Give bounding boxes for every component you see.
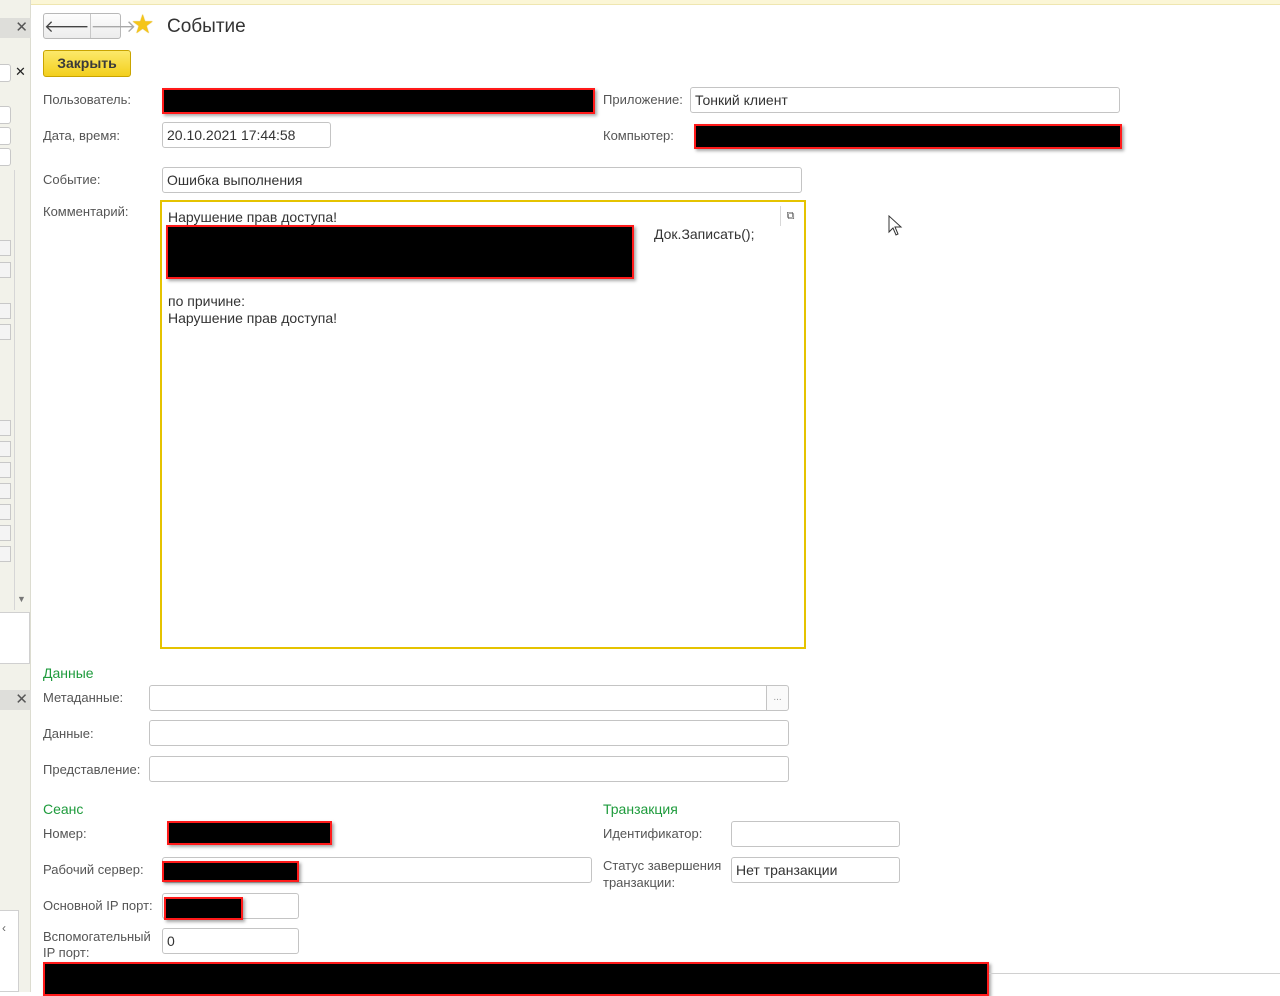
background-clear-button[interactable] xyxy=(0,240,11,256)
comment-redacted-block xyxy=(166,225,634,279)
background-dropdown-button[interactable] xyxy=(0,525,11,541)
transaction-id-label: Идентификатор: xyxy=(603,826,703,841)
session-number-redacted[interactable] xyxy=(167,821,332,845)
user-label: Пользователь: xyxy=(43,92,131,107)
bottom-redacted-block xyxy=(43,962,989,996)
aux-port-label: IP порт: xyxy=(43,945,90,960)
background-panel: ‹ xyxy=(0,910,19,992)
comment-text: Док.Записать(); xyxy=(654,226,755,242)
datetime-field[interactable]: 20.10.2021 17:44:58 xyxy=(162,122,331,148)
background-dropdown-button[interactable] xyxy=(0,324,11,340)
background-panel-strip: ✕ ✕ ▼ ✕ ‹ xyxy=(0,0,31,992)
session-number-label: Номер: xyxy=(43,826,87,841)
main-port-redacted xyxy=(164,897,243,920)
background-panel-header: ✕ xyxy=(0,690,31,710)
transaction-status-label: Статус завершения xyxy=(603,858,722,873)
comment-text: Нарушение прав доступа! xyxy=(168,209,338,225)
transaction-status-field[interactable]: Нет транзакции xyxy=(731,857,900,883)
background-dropdown-button[interactable] xyxy=(0,483,11,499)
comment-label: Комментарий: xyxy=(43,204,129,219)
application-field[interactable]: Тонкий клиент xyxy=(690,87,1120,113)
background-scrollbar[interactable] xyxy=(14,170,28,610)
background-search-button[interactable] xyxy=(0,546,11,562)
data-label: Данные: xyxy=(43,726,94,741)
background-panel-header: ✕ xyxy=(0,18,31,38)
chevron-left-icon[interactable]: ‹ xyxy=(2,921,6,935)
background-dropdown-button[interactable] xyxy=(0,262,11,278)
metadata-label: Метаданные: xyxy=(43,690,124,705)
comment-text: Нарушение прав доступа! xyxy=(168,310,338,326)
background-search-button[interactable] xyxy=(0,420,11,436)
event-field[interactable]: Ошибка выполнения xyxy=(162,167,802,193)
background-field[interactable] xyxy=(0,127,11,145)
close-button[interactable]: Закрыть xyxy=(43,50,131,77)
close-icon[interactable]: ✕ xyxy=(15,18,28,38)
background-field[interactable] xyxy=(0,148,11,166)
close-icon[interactable]: ✕ xyxy=(15,64,26,80)
page-title: Событие xyxy=(167,16,246,37)
window-top-border xyxy=(31,0,1280,5)
scroll-down-icon[interactable]: ▼ xyxy=(17,594,26,604)
transaction-status-label: транзакции: xyxy=(603,875,676,890)
server-redacted xyxy=(162,861,299,882)
metadata-field[interactable] xyxy=(149,685,767,711)
server-label: Рабочий сервер: xyxy=(43,862,144,877)
main-port-label: Основной IP порт: xyxy=(43,898,153,913)
metadata-select-button[interactable]: ... xyxy=(766,685,789,711)
presentation-field[interactable] xyxy=(149,756,789,782)
background-panel xyxy=(0,612,30,664)
background-field[interactable] xyxy=(0,106,11,124)
open-window-icon[interactable]: ⧉ xyxy=(780,206,800,226)
forward-arrow-icon[interactable]: 🡒 xyxy=(89,14,136,38)
mouse-cursor-icon xyxy=(888,215,903,236)
event-label: Событие: xyxy=(43,172,101,187)
comment-textarea[interactable]: Нарушение прав доступа! Док.Записать(); … xyxy=(160,200,806,649)
background-dropdown-button[interactable] xyxy=(0,462,11,478)
divider xyxy=(989,973,1280,974)
background-dropdown-button[interactable] xyxy=(0,504,11,520)
aux-port-label: Вспомогательный xyxy=(43,929,151,944)
computer-field-redacted[interactable] xyxy=(694,124,1122,149)
aux-port-field[interactable]: 0 xyxy=(162,928,299,954)
back-arrow-icon[interactable]: 🡐 xyxy=(44,14,90,38)
background-dropdown-button[interactable] xyxy=(0,441,11,457)
background-field[interactable] xyxy=(0,64,11,82)
section-title-data: Данные xyxy=(43,665,94,681)
data-field[interactable] xyxy=(149,720,789,746)
close-icon[interactable]: ✕ xyxy=(15,690,28,710)
background-dropdown-button[interactable] xyxy=(0,303,11,319)
favorite-star-icon[interactable]: ★ xyxy=(131,11,154,37)
datetime-label: Дата, время: xyxy=(43,128,120,143)
comment-text: по причине: xyxy=(168,293,245,309)
section-title-transaction: Транзакция xyxy=(603,801,678,817)
navigation-buttons: 🡐 🡒 xyxy=(43,13,136,39)
user-field-redacted[interactable] xyxy=(162,88,595,114)
section-title-session: Сеанс xyxy=(43,801,84,817)
application-label: Приложение: xyxy=(603,92,683,107)
computer-label: Компьютер: xyxy=(603,128,674,143)
transaction-id-field[interactable] xyxy=(731,821,900,847)
presentation-label: Представление: xyxy=(43,762,141,777)
